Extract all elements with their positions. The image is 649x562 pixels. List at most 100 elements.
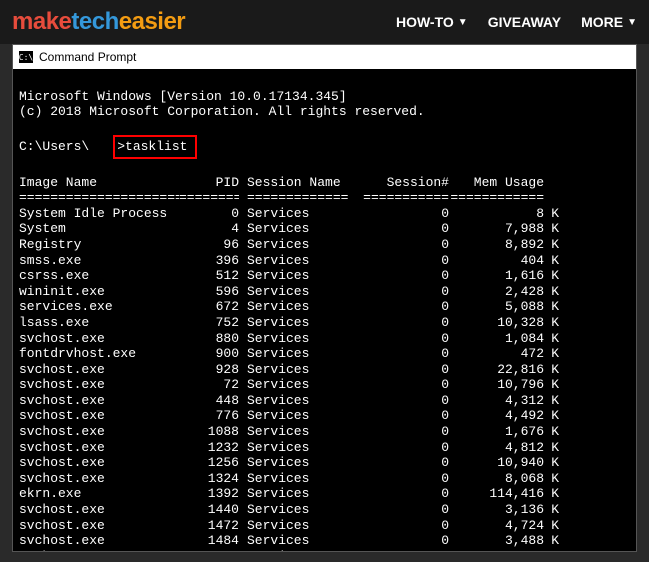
- cell-mem: 4,312: [449, 393, 544, 409]
- cell-session-num: 0: [349, 237, 449, 253]
- header-image-name: Image Name: [19, 175, 179, 191]
- cell-session-num: 0: [349, 377, 449, 393]
- nav-howto[interactable]: HOW-TO ▼: [396, 14, 468, 30]
- cell-name: System Idle Process: [19, 206, 179, 222]
- cell-mem: 10,940: [449, 455, 544, 471]
- cell-name: lsass.exe: [19, 315, 179, 331]
- cell-session: Services: [239, 362, 349, 378]
- nav-more-label: MORE: [581, 14, 623, 30]
- cell-name: wininit.exe: [19, 284, 179, 300]
- cell-k: K: [544, 221, 559, 237]
- cell-session: Services: [239, 518, 349, 534]
- header-session-num: Session#: [349, 175, 449, 191]
- table-row: ekrn.exe1392Services0114,416K: [19, 486, 630, 502]
- cell-session: Services: [239, 268, 349, 284]
- cell-session: Services: [239, 408, 349, 424]
- cell-mem: 2,428: [449, 284, 544, 300]
- cell-k: K: [544, 486, 559, 502]
- cell-session: Services: [239, 502, 349, 518]
- cell-pid: 1472: [179, 518, 239, 534]
- cell-k: K: [544, 533, 559, 549]
- cell-k: K: [544, 408, 559, 424]
- cell-session-num: 0: [349, 284, 449, 300]
- cell-session: Services: [239, 284, 349, 300]
- cell-session-num: 0: [349, 533, 449, 549]
- nav-menu: HOW-TO ▼ GIVEAWAY MORE ▼: [396, 14, 637, 30]
- table-row: svchost.exe1472Services04,724K: [19, 518, 630, 534]
- cell-k: K: [544, 299, 559, 315]
- cell-k: K: [544, 206, 559, 222]
- table-row: System Idle Process0Services08K: [19, 206, 630, 222]
- table-row: csrss.exe512Services01,616K: [19, 268, 630, 284]
- cell-mem: 472: [449, 346, 544, 362]
- cell-session: Services: [239, 393, 349, 409]
- cell-session-num: 0: [349, 486, 449, 502]
- cell-session-num: 0: [349, 362, 449, 378]
- cell-pid: 1256: [179, 455, 239, 471]
- terminal-output[interactable]: Microsoft Windows [Version 10.0.17134.34…: [13, 69, 636, 551]
- cell-k: K: [544, 253, 559, 269]
- table-row: svchost.exe72Services010,796K: [19, 377, 630, 393]
- table-row: svchost.exe1440Services03,136K: [19, 502, 630, 518]
- header-pid: PID: [179, 175, 239, 191]
- cell-session: Services: [239, 533, 349, 549]
- table-row: svchost.exe928Services022,816K: [19, 362, 630, 378]
- cell-k: K: [544, 424, 559, 440]
- cell-name: smss.exe: [19, 253, 179, 269]
- cell-name: svchost.exe: [19, 549, 179, 551]
- cell-mem: 1,676: [449, 424, 544, 440]
- cell-mem: 7,988: [449, 221, 544, 237]
- header-session-name: Session Name: [239, 175, 349, 191]
- cell-name: svchost.exe: [19, 471, 179, 487]
- cell-mem: 3,136: [449, 502, 544, 518]
- cell-name: System: [19, 221, 179, 237]
- cell-k: K: [544, 315, 559, 331]
- cell-mem: 1,616: [449, 268, 544, 284]
- site-logo[interactable]: maketecheasier: [12, 8, 185, 36]
- cell-name: svchost.exe: [19, 408, 179, 424]
- cell-session: Services: [239, 377, 349, 393]
- cell-mem: 114,416: [449, 486, 544, 502]
- cell-pid: 1496: [179, 549, 239, 551]
- cell-name: svchost.exe: [19, 424, 179, 440]
- window-titlebar[interactable]: C:\ Command Prompt: [13, 45, 636, 69]
- task-list: System Idle Process0Services08KSystem4Se…: [19, 206, 630, 551]
- cell-mem: 8,892: [449, 237, 544, 253]
- table-row: svchost.exe1232Services04,812K: [19, 440, 630, 456]
- cell-k: K: [544, 284, 559, 300]
- version-line: Microsoft Windows [Version 10.0.17134.34…: [19, 89, 347, 104]
- cell-pid: 1392: [179, 486, 239, 502]
- cell-session-num: 0: [349, 253, 449, 269]
- cell-pid: 596: [179, 284, 239, 300]
- table-row: services.exe672Services05,088K: [19, 299, 630, 315]
- cell-session: Services: [239, 486, 349, 502]
- cell-k: K: [544, 377, 559, 393]
- cell-k: K: [544, 455, 559, 471]
- prompt-path: C:\Users\: [19, 139, 89, 154]
- cell-session-num: 0: [349, 549, 449, 551]
- table-row: wininit.exe596Services02,428K: [19, 284, 630, 300]
- cell-mem: 8,068: [449, 471, 544, 487]
- table-row: lsass.exe752Services010,328K: [19, 315, 630, 331]
- cell-pid: 1484: [179, 533, 239, 549]
- cell-name: csrss.exe: [19, 268, 179, 284]
- cell-pid: 72: [179, 377, 239, 393]
- cell-k: K: [544, 471, 559, 487]
- table-row: svchost.exe1088Services01,676K: [19, 424, 630, 440]
- cell-k: K: [544, 549, 559, 551]
- cell-pid: 512: [179, 268, 239, 284]
- nav-more[interactable]: MORE ▼: [581, 14, 637, 30]
- cell-k: K: [544, 268, 559, 284]
- cell-session-num: 0: [349, 346, 449, 362]
- nav-giveaway[interactable]: GIVEAWAY: [488, 14, 561, 30]
- cell-session-num: 0: [349, 331, 449, 347]
- cell-session-num: 0: [349, 424, 449, 440]
- cell-session: Services: [239, 315, 349, 331]
- cell-mem: 4,724: [449, 518, 544, 534]
- cell-mem: 5,088: [449, 299, 544, 315]
- cell-mem: 4,492: [449, 408, 544, 424]
- cell-pid: 448: [179, 393, 239, 409]
- cell-name: svchost.exe: [19, 440, 179, 456]
- command-highlight: >tasklist: [113, 135, 197, 159]
- cell-session: Services: [239, 331, 349, 347]
